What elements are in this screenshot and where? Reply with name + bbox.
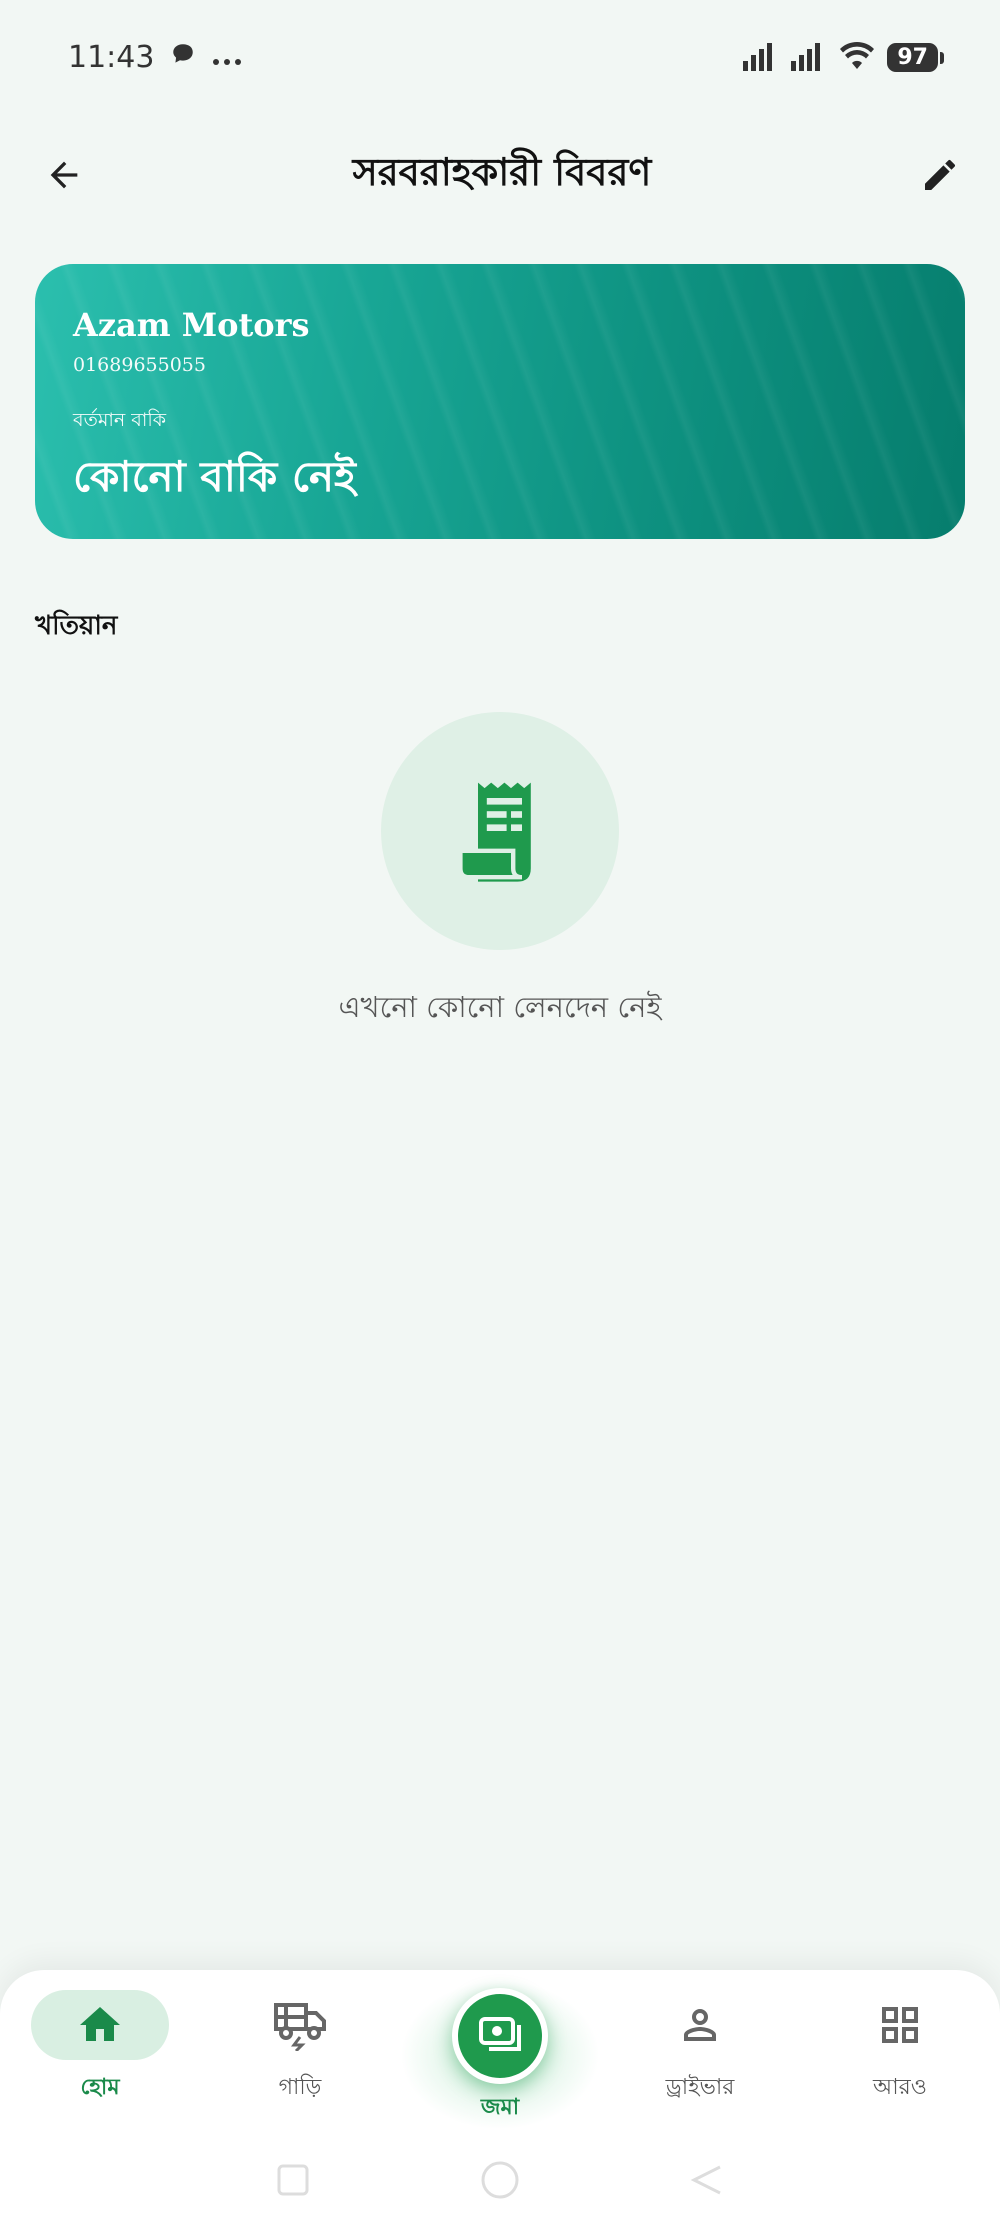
status-time: 11:43 [68,40,155,75]
empty-state-illustration [381,712,619,950]
nav-item-home[interactable]: হোম [10,1990,190,2110]
nav-item-vehicles[interactable]: গাড়ি [210,1990,390,2110]
nav-label-drivers: ড্রাইভার [665,2075,735,2100]
arrow-left-icon [50,161,78,189]
home-circle-icon[interactable] [480,2160,520,2200]
nav-label-vehicles: গাড়ি [278,2075,322,2100]
supplier-name: Azam Motors [73,306,310,344]
pencil-icon [924,160,955,190]
deposit-icon [479,2017,521,2051]
deposit-fab-button[interactable] [452,1988,548,2084]
vehicle-icon [274,2003,326,2051]
signal-icon [743,41,779,75]
ledger-section-title: খতিয়ান [35,611,118,641]
system-navigation-bar [0,2150,1000,2210]
edit-button[interactable] [912,147,968,203]
wifi-icon [839,41,875,75]
nav-item-drivers[interactable]: ড্রাইভার [610,1990,790,2110]
empty-state-text: এখনো কোনো লেনদেন নেই [338,990,662,1024]
grid-icon [882,2007,918,2043]
recent-apps-icon[interactable] [276,2163,310,2197]
signal-icon-2 [791,41,827,75]
back-button[interactable] [36,147,92,203]
person-icon [684,2009,716,2041]
supplier-summary-card: Azam Motors 01689655055 বর্তমান বাকি কোন… [35,264,965,539]
nav-item-more[interactable]: আরও [810,1990,990,2110]
receipt-icon [458,782,531,882]
nav-label-deposit: জমা [480,2095,520,2120]
more-dots-icon [212,40,242,75]
current-due-value: কোনো বাকি নেই [73,452,356,501]
chat-bubble-icon [170,40,196,75]
nav-label-home: হোম [80,2075,120,2100]
supplier-phone: 01689655055 [73,354,206,376]
current-due-label: বর্তমান বাকি [73,409,167,431]
status-bar: 11:43 97 [0,0,1000,115]
back-triangle-icon[interactable] [690,2163,724,2197]
top-app-bar: সরবরাহকারী বিবরণ [0,130,1000,220]
nav-label-more: আরও [873,2075,927,2100]
home-icon [80,2007,120,2041]
page-title: সরবরাহকারী বিবরণ [352,150,652,194]
battery-indicator: 97 [887,43,944,72]
